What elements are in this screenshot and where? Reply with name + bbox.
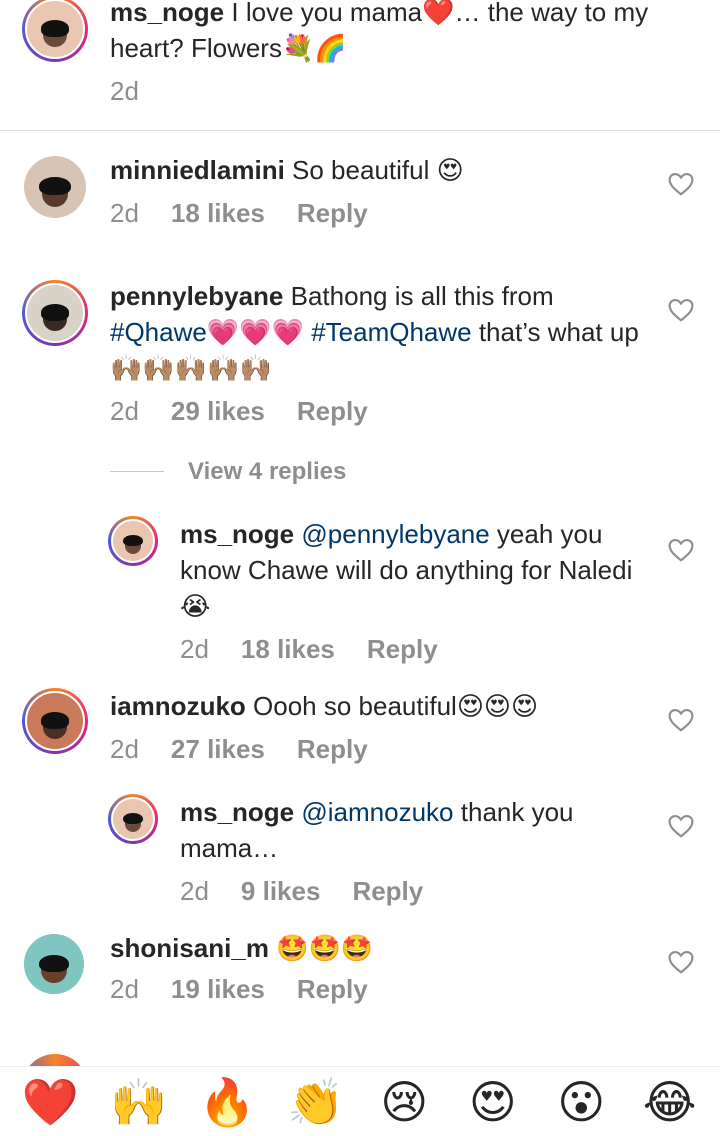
comment-username[interactable]: iamnozuko bbox=[110, 691, 246, 721]
surprised-emoji-button[interactable]: 😮 bbox=[546, 1072, 616, 1132]
mention-link[interactable]: @pennylebyane bbox=[301, 519, 489, 549]
mention-link[interactable]: @iamnozuko bbox=[301, 797, 453, 827]
comment-meta: 2d bbox=[110, 76, 139, 107]
comment-body: Bathong is all this from bbox=[283, 281, 554, 311]
caption-divider bbox=[0, 130, 720, 131]
comment-meta: 2d 27 likes Reply bbox=[110, 734, 368, 765]
avatar[interactable] bbox=[22, 688, 88, 754]
comment-text: shonisani_m 🤩🤩🤩 bbox=[110, 930, 650, 966]
like-heart-icon[interactable] bbox=[668, 708, 694, 732]
comment-text: ms_noge @pennylebyane yeah you know Chaw… bbox=[180, 516, 640, 624]
fire-emoji-button[interactable]: 🔥 bbox=[192, 1072, 262, 1132]
comment-body: 🤩🤩🤩 bbox=[268, 933, 374, 963]
hashtag-link[interactable]: #Qhawe bbox=[110, 317, 207, 347]
hashtag-link[interactable]: #TeamQhawe bbox=[311, 317, 471, 347]
comment-username[interactable]: pennylebyane bbox=[110, 281, 283, 311]
next-comment-partial bbox=[0, 1050, 720, 1066]
comment-likes[interactable]: 29 likes bbox=[171, 396, 265, 427]
comment-likes[interactable]: 18 likes bbox=[241, 634, 335, 665]
reply-button[interactable]: Reply bbox=[367, 634, 438, 665]
heart-eyes-emoji-button[interactable]: 😍 bbox=[458, 1072, 528, 1132]
comment-text: iamnozuko Oooh so beautiful😍😍😍 bbox=[110, 688, 650, 724]
like-heart-icon[interactable] bbox=[668, 172, 694, 196]
comment-time: 2d bbox=[180, 876, 209, 906]
raised-hands-emoji-button[interactable]: 🙌 bbox=[104, 1072, 174, 1132]
comment-likes[interactable]: 27 likes bbox=[171, 734, 265, 765]
comment-meta: 2d 19 likes Reply bbox=[110, 974, 368, 1005]
comment-likes[interactable]: 18 likes bbox=[171, 198, 265, 229]
avatar bbox=[22, 1054, 88, 1066]
comment-meta: 2d 29 likes Reply bbox=[110, 396, 368, 427]
comment-text: ms_noge I love you mama❤️… the way to my… bbox=[110, 0, 670, 66]
reply-button[interactable]: Reply bbox=[297, 974, 368, 1005]
comment-text: minniedlamini So beautiful 😍 bbox=[110, 152, 650, 188]
reply-button[interactable]: Reply bbox=[297, 396, 368, 427]
comment-likes[interactable]: 9 likes bbox=[241, 876, 321, 907]
reply-button[interactable]: Reply bbox=[352, 876, 423, 907]
view-replies-button[interactable]: View 4 replies bbox=[188, 458, 346, 486]
comment-time: 2d bbox=[110, 396, 139, 426]
emoji-reaction-bar: ❤️ 🙌 🔥 👏 😢 😍 😮 😂 bbox=[0, 1066, 720, 1136]
like-heart-icon[interactable] bbox=[668, 298, 694, 322]
reply-button[interactable]: Reply bbox=[297, 198, 368, 229]
comment-meta: 2d 18 likes Reply bbox=[180, 634, 438, 665]
avatar[interactable] bbox=[108, 516, 158, 566]
comment-body: So beautiful 😍 bbox=[284, 155, 464, 185]
comment-username[interactable]: ms_noge bbox=[110, 0, 224, 27]
heart-emoji-button[interactable]: ❤️ bbox=[15, 1072, 85, 1132]
clapping-emoji-button[interactable]: 👏 bbox=[281, 1072, 351, 1132]
avatar[interactable] bbox=[24, 156, 86, 218]
comment-likes[interactable]: 19 likes bbox=[171, 974, 265, 1005]
comment-username[interactable]: ms_noge bbox=[180, 797, 294, 827]
comment-time: 2d bbox=[110, 198, 139, 228]
comment-username[interactable]: minniedlamini bbox=[110, 155, 285, 185]
laughing-emoji-button[interactable]: 😂 bbox=[635, 1072, 705, 1132]
like-heart-icon[interactable] bbox=[668, 950, 694, 974]
reply-button[interactable]: Reply bbox=[297, 734, 368, 765]
like-heart-icon[interactable] bbox=[668, 814, 694, 838]
avatar[interactable] bbox=[108, 794, 158, 844]
comment-time: 2d bbox=[180, 634, 209, 664]
avatar[interactable] bbox=[24, 934, 84, 994]
view-replies-line bbox=[110, 471, 164, 472]
avatar[interactable] bbox=[22, 280, 88, 346]
comment-text: pennylebyane Bathong is all this from #Q… bbox=[110, 278, 650, 386]
comment-meta: 2d 18 likes Reply bbox=[110, 198, 368, 229]
comment-text: ms_noge @iamnozuko thank you mama… bbox=[180, 794, 640, 866]
comment-meta: 2d 9 likes Reply bbox=[180, 876, 423, 907]
like-heart-icon[interactable] bbox=[668, 538, 694, 562]
comment-time: 2d bbox=[110, 734, 139, 764]
comment-username[interactable]: ms_noge bbox=[180, 519, 294, 549]
comment-body: Oooh so beautiful😍😍😍 bbox=[245, 691, 539, 721]
comment-time: 2d bbox=[110, 76, 139, 106]
comment-username[interactable]: shonisani_m bbox=[110, 933, 269, 963]
sad-emoji-button[interactable]: 😢 bbox=[369, 1072, 439, 1132]
avatar[interactable] bbox=[22, 0, 88, 62]
comment-body: 💗💗💗 bbox=[206, 317, 312, 347]
comment-time: 2d bbox=[110, 974, 139, 1004]
